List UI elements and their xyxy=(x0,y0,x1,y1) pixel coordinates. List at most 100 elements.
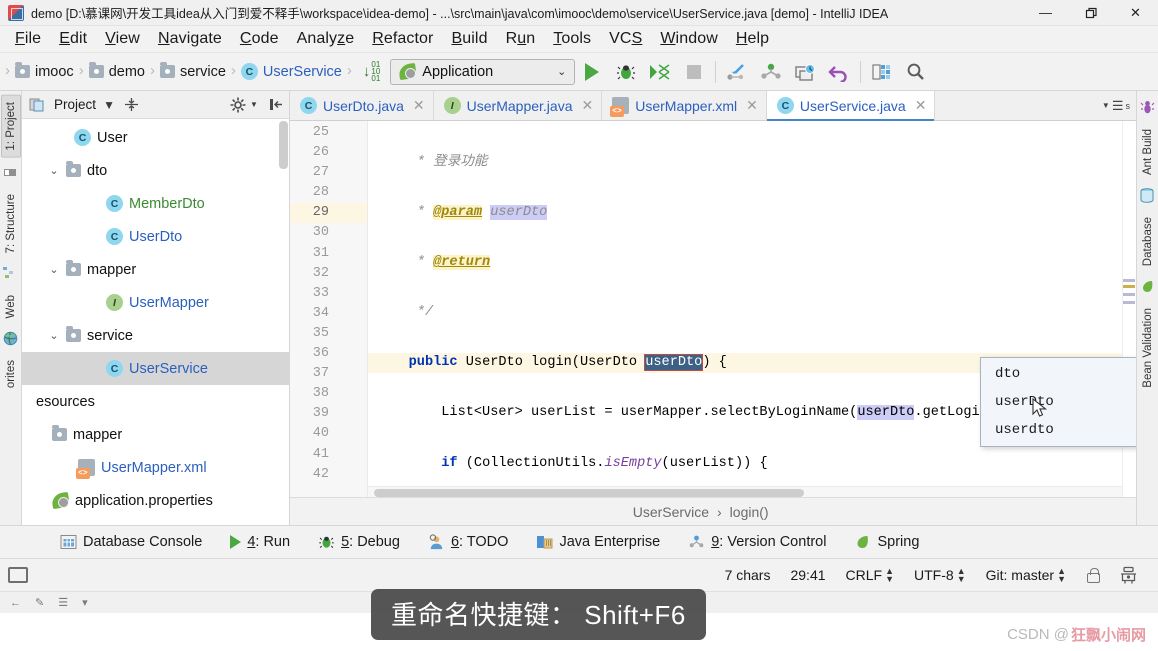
sidebar-tab-project[interactable]: 1: Project xyxy=(0,95,21,158)
menu-view[interactable]: View xyxy=(96,28,149,50)
back-arrow-icon[interactable]: ← xyxy=(10,597,21,609)
undo-button[interactable] xyxy=(822,55,856,89)
tab-userservice-java[interactable]: C UserService.java ✕ xyxy=(766,91,936,121)
navbar-crumb-demo[interactable]: demo xyxy=(87,62,147,80)
twisty-icon[interactable]: ⌄ xyxy=(48,263,60,276)
sidebar-tab-database[interactable]: Database xyxy=(1139,211,1157,272)
breadcrumb-method[interactable]: login() xyxy=(730,504,769,520)
tool-window-todo[interactable]: 6: TODO xyxy=(414,529,523,555)
close-icon[interactable]: ✕ xyxy=(413,97,425,114)
project-scrollbar-thumb[interactable] xyxy=(279,121,288,169)
tree-item-service-pkg[interactable]: ⌄ service xyxy=(22,319,289,352)
menu-bar: File Edit View Navigate Code Analyze Ref… xyxy=(0,26,1158,53)
tab-userdto-java[interactable]: C UserDto.java ✕ xyxy=(290,91,434,120)
attach-debugger-button[interactable] xyxy=(720,55,754,89)
menu-help[interactable]: Help xyxy=(727,28,778,50)
search-everywhere-button[interactable] xyxy=(899,55,933,89)
suggestion-item[interactable]: dto xyxy=(981,360,1136,388)
toggle-toolbar-icon[interactable] xyxy=(8,567,28,583)
twisty-icon[interactable]: ⌄ xyxy=(48,164,60,177)
menu-build[interactable]: Build xyxy=(443,28,497,50)
update-project-button[interactable] xyxy=(754,55,788,89)
tree-item-memberdto[interactable]: C MemberDto xyxy=(22,187,289,220)
dropdown-icon[interactable]: ▾ xyxy=(82,596,88,609)
status-lock-toggle[interactable] xyxy=(1076,567,1109,583)
status-git-branch[interactable]: Git: master ▲ ▼ xyxy=(976,567,1076,584)
tree-item-usermapper-xml[interactable]: UserMapper.xml xyxy=(22,451,289,484)
sidebar-tab-web[interactable]: Web xyxy=(2,289,20,324)
menu-tools[interactable]: Tools xyxy=(544,28,600,50)
editor-horizontal-scrollbar[interactable] xyxy=(368,486,1122,497)
debug-button[interactable] xyxy=(609,55,643,89)
sidebar-tab-bean-validation[interactable]: Bean Validation xyxy=(1139,302,1157,394)
menu-code[interactable]: Code xyxy=(231,28,288,50)
menu-refactor[interactable]: Refactor xyxy=(363,28,442,50)
collapse-all-icon[interactable] xyxy=(122,96,140,114)
tool-window-database-console[interactable]: Database Console xyxy=(46,529,216,555)
tool-window-run[interactable]: 4: Run xyxy=(216,529,304,555)
navbar-crumb-service[interactable]: service xyxy=(158,62,228,80)
menu-run[interactable]: Run xyxy=(497,28,545,50)
tab-usermapper-java[interactable]: I UserMapper.java ✕ xyxy=(434,91,603,120)
line-number: 42 xyxy=(312,466,329,482)
settings-caret-icon[interactable]: ▼ xyxy=(245,96,263,114)
menu-window[interactable]: Window xyxy=(651,28,727,50)
stop-button[interactable] xyxy=(677,55,711,89)
minimize-button[interactable]: — xyxy=(1023,0,1068,26)
tree-item-application-properties[interactable]: application.properties xyxy=(22,484,289,517)
tool-window-version-control[interactable]: 9: Version Control xyxy=(674,529,840,555)
pencil-icon[interactable]: ✎ xyxy=(35,596,44,609)
compile-icon[interactable]: ↓ 01 10 01 xyxy=(363,61,380,83)
twisty-icon[interactable]: ⌄ xyxy=(48,329,60,342)
tool-window-debug[interactable]: 5: Debug xyxy=(304,529,414,555)
status-caret-position[interactable]: 29:41 xyxy=(780,567,835,583)
list-icon[interactable]: ☰ xyxy=(58,596,68,609)
project-tree[interactable]: C User ⌄ dto C MemberDto C UserDto ⌄ map… xyxy=(22,119,289,525)
navbar-crumb-imooc[interactable]: imooc xyxy=(13,62,76,80)
tree-item-userdto[interactable]: C UserDto xyxy=(22,220,289,253)
run-configuration-selector[interactable]: Application ⌄ xyxy=(390,58,576,85)
maximize-button[interactable] xyxy=(1068,0,1113,26)
run-button[interactable] xyxy=(575,55,609,89)
tab-usermapper-xml[interactable]: UserMapper.xml ✕ xyxy=(602,91,767,120)
vcs-history-button[interactable] xyxy=(788,55,822,89)
sidebar-tab-structure[interactable]: 7: Structure xyxy=(2,188,20,259)
tree-item-usermapper[interactable]: I UserMapper xyxy=(22,286,289,319)
status-encoding[interactable]: UTF-8 ▲ ▼ xyxy=(904,567,976,584)
hide-panel-icon[interactable] xyxy=(267,96,285,114)
close-icon[interactable]: ✕ xyxy=(915,97,927,114)
tree-item-user[interactable]: C User xyxy=(22,121,289,154)
menu-edit[interactable]: Edit xyxy=(50,28,96,50)
tool-window-spring[interactable]: Spring xyxy=(840,529,933,555)
tree-item-mapper-pkg[interactable]: ⌄ mapper xyxy=(22,253,289,286)
sidebar-tab-ant-build[interactable]: Ant Build xyxy=(1139,123,1157,181)
close-button[interactable]: ✕ xyxy=(1113,0,1158,26)
suggestion-item[interactable]: userdto xyxy=(981,416,1136,444)
editor-area[interactable]: 25 26 27 28 29 30 31 32 33 34 35 36 37 3… xyxy=(290,121,1136,497)
line-number: 30 xyxy=(312,225,329,241)
navbar-crumb-userservice[interactable]: C UserService xyxy=(239,63,344,80)
status-hydra-indicator[interactable] xyxy=(1109,566,1148,585)
tree-item-mapper-res[interactable]: mapper xyxy=(22,418,289,451)
sidebar-tab-favorites[interactable]: orites xyxy=(2,354,20,394)
tab-list-menu-button[interactable]: ▼ ☰ s xyxy=(1096,91,1136,120)
close-icon[interactable]: ✕ xyxy=(581,97,593,114)
scrollbar-thumb[interactable] xyxy=(374,489,804,497)
breadcrumb-class[interactable]: UserService xyxy=(633,504,709,520)
suggestion-item[interactable]: userDto xyxy=(981,388,1136,416)
status-line-separator[interactable]: CRLF ▲ ▼ xyxy=(836,567,904,584)
tree-item-resources[interactable]: esources xyxy=(22,385,289,418)
rename-suggestion-popup[interactable]: dto userDto userdto xyxy=(980,357,1136,447)
chevron-down-icon[interactable]: ▼ xyxy=(100,96,118,114)
tree-item-dto[interactable]: ⌄ dto xyxy=(22,154,289,187)
layout-settings-button[interactable] xyxy=(865,55,899,89)
menu-analyze[interactable]: Analyze xyxy=(288,28,364,50)
run-with-coverage-button[interactable] xyxy=(643,55,677,89)
menu-file[interactable]: File xyxy=(6,28,50,50)
menu-navigate[interactable]: Navigate xyxy=(149,28,231,50)
tool-window-java-enterprise[interactable]: Java Enterprise xyxy=(522,529,674,555)
tree-item-userservice[interactable]: C UserService xyxy=(22,352,289,385)
close-icon[interactable]: ✕ xyxy=(746,97,758,114)
menu-vcs[interactable]: VCS xyxy=(600,28,651,50)
line-number: 39 xyxy=(312,406,329,422)
